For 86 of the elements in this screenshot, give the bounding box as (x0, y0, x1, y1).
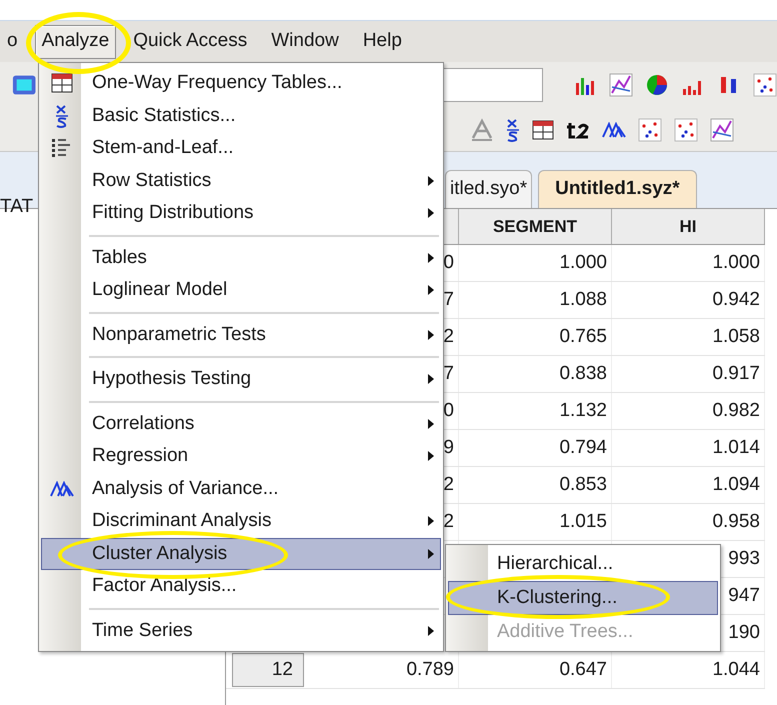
menu-item[interactable]: Correlations (41, 408, 441, 440)
table-cell-text: 1.000 (559, 250, 607, 275)
menu-item: Additive Trees... (496, 620, 634, 644)
table-cell-text: 993 (728, 546, 760, 571)
table-cell-text: 0.765 (559, 324, 607, 349)
table-cell-text: 0.794 (559, 436, 607, 460)
table-cell-text: 9 (443, 436, 454, 460)
menu-item[interactable]: Fitting Distributions (41, 197, 441, 230)
statistic-symbol-icon (506, 118, 520, 142)
menu-item[interactable]: Stem-and-Leaf... (41, 132, 441, 164)
submenu-arrow-icon (428, 252, 434, 263)
table-cell-text: 1.014 (712, 436, 760, 460)
table-cell-text: 190 (728, 620, 760, 645)
menu-item[interactable]: Loglinear Model (41, 274, 441, 306)
table-cell-text: 0.982 (712, 398, 760, 423)
menu-item[interactable]: Basic Statistics... (41, 100, 441, 132)
curves-icon (50, 480, 74, 497)
panel-text: TAT (0, 195, 34, 219)
input-field[interactable] (441, 68, 543, 102)
table-cell-text: 0.853 (559, 472, 607, 497)
submenu-arrow-icon (428, 451, 434, 462)
table-cell-text: 0.958 (712, 510, 760, 534)
table-icon (532, 120, 554, 140)
menu-item[interactable]: One-Way Frequency Tables... (41, 67, 441, 100)
submenu-arrow-icon (428, 548, 434, 559)
menu-item[interactable]: Time Series (41, 614, 441, 647)
table-cell-text: 0.942 (712, 288, 760, 312)
table-cell-text: 1.132 (559, 398, 607, 423)
table-cell-text: 1.000 (712, 250, 760, 275)
table-cell-text: 0.647 (559, 658, 607, 682)
scatter-plot-icon[interactable] (753, 73, 777, 97)
menu-item[interactable]: Quick Access (126, 24, 254, 58)
menu-item[interactable]: Tables (41, 242, 441, 274)
table-icon (51, 73, 73, 94)
scatter-plot-icon[interactable] (674, 118, 698, 142)
menu-item[interactable]: Hypothesis Testing (41, 363, 441, 396)
menu-item[interactable]: Row Statistics (41, 164, 441, 197)
table-cell-text: 7 (443, 362, 454, 386)
table-cell-text: 1.088 (559, 288, 607, 312)
table-cell-text: 0.917 (712, 362, 760, 386)
submenu-arrow-icon (428, 374, 434, 384)
window-icon[interactable] (12, 73, 36, 97)
row-header: 12 (232, 653, 304, 687)
line-chart-icon[interactable] (710, 118, 734, 142)
table-cell-text: 0 (443, 250, 454, 275)
submenu-arrow-icon (428, 418, 434, 429)
submenu-arrow-icon (428, 516, 434, 526)
menu-item[interactable]: Analysis of Variance... (41, 472, 441, 505)
menu-item[interactable]: Discriminant Analysis (41, 505, 441, 538)
table-cell-text: 1.094 (712, 472, 760, 497)
stem-leaf-icon (51, 137, 73, 160)
scatter-plot-icon[interactable] (638, 118, 662, 142)
menu-item[interactable]: o (0, 24, 25, 58)
table-cell-text: 2 (443, 472, 454, 497)
menu-item[interactable]: Window (264, 24, 346, 58)
table-cell-text: 1.058 (712, 324, 760, 349)
submenu-arrow-icon (428, 176, 434, 186)
table-cell-text: 1.044 (712, 658, 760, 682)
table-cell-text: 1.015 (559, 510, 607, 534)
menu-item[interactable]: Regression (41, 440, 441, 472)
submenu-arrow-icon (428, 285, 434, 296)
submenu-arrow-icon (428, 330, 434, 340)
menu-item[interactable]: Factor Analysis... (41, 570, 441, 602)
menu-item[interactable]: K-Clustering... (448, 581, 718, 615)
table-cell-text: 2 (443, 324, 454, 349)
document-tab[interactable]: Untitled1.syz* (538, 170, 697, 208)
pie-chart-icon[interactable] (645, 73, 669, 97)
table-cell-text: 7 (443, 288, 454, 312)
menu-item[interactable]: Nonparametric Tests (41, 318, 441, 351)
menu-item[interactable]: Analyze (34, 24, 116, 58)
table-cell-text: 0 (443, 398, 454, 423)
menu-item[interactable]: Help (356, 24, 409, 58)
table-cell-text: 2 (443, 510, 454, 534)
menu-item[interactable]: Hierarchical... (448, 547, 718, 581)
table-cell-text: 0.789 (406, 658, 454, 682)
submenu-arrow-icon (428, 208, 434, 218)
column-header: SEGMENT (492, 216, 578, 238)
submenu-arrow-icon (428, 626, 434, 636)
document-tab[interactable]: itled.syo* (445, 170, 532, 208)
curves-icon (602, 122, 626, 138)
menu-item[interactable]: Cluster Analysis (41, 538, 441, 570)
line-chart-icon[interactable] (609, 73, 633, 97)
column-header: HI (680, 216, 696, 238)
table-cell-text: 0.838 (559, 362, 607, 386)
table-cell-text: 947 (728, 584, 760, 608)
statistic-symbol-icon (55, 104, 69, 128)
